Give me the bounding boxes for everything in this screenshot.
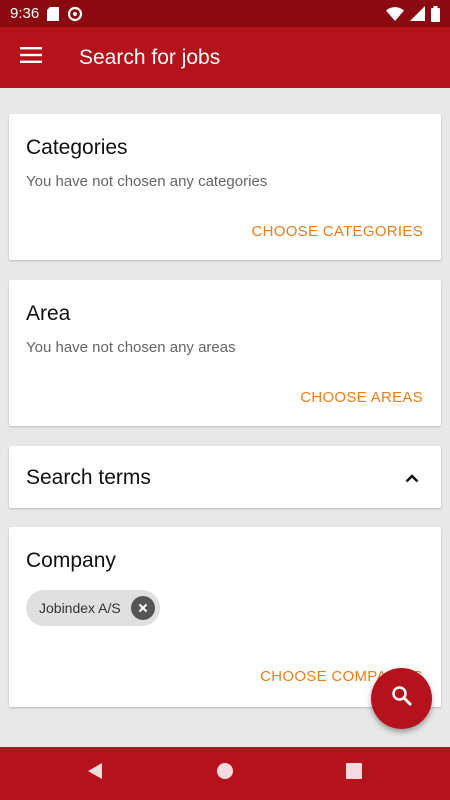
categories-card: Categories You have not chosen any categ… bbox=[9, 114, 441, 260]
search-fab[interactable] bbox=[371, 668, 432, 729]
area-subtitle: You have not chosen any areas bbox=[26, 339, 236, 356]
search-terms-card[interactable]: Search terms bbox=[9, 446, 441, 508]
choose-categories-button[interactable]: CHOOSE CATEGORIES bbox=[251, 223, 423, 240]
home-button[interactable] bbox=[195, 747, 255, 800]
wifi-icon bbox=[386, 6, 404, 21]
close-icon[interactable] bbox=[130, 596, 155, 620]
search-icon bbox=[391, 685, 413, 712]
search-form: Categories You have not chosen any categ… bbox=[0, 88, 450, 747]
choose-areas-button[interactable]: CHOOSE AREAS bbox=[300, 389, 423, 406]
sync-icon bbox=[67, 6, 83, 22]
menu-icon bbox=[20, 47, 42, 68]
back-icon bbox=[87, 762, 103, 785]
categories-subtitle: You have not chosen any categories bbox=[26, 173, 268, 190]
search-terms-title: Search terms bbox=[26, 466, 151, 489]
signal-icon bbox=[410, 6, 425, 21]
company-title: Company bbox=[26, 549, 116, 572]
company-chip[interactable]: Jobindex A/S bbox=[26, 590, 160, 626]
chip-label: Jobindex A/S bbox=[39, 600, 121, 616]
app-bar: Search for jobs bbox=[0, 27, 450, 88]
sd-card-icon bbox=[47, 6, 60, 21]
recents-button[interactable] bbox=[324, 747, 384, 800]
recents-icon bbox=[346, 763, 362, 784]
page-title: Search for jobs bbox=[79, 45, 221, 69]
status-time: 9:36 bbox=[10, 5, 40, 22]
back-button[interactable] bbox=[65, 747, 125, 800]
area-card: Area You have not chosen any areas CHOOS… bbox=[9, 280, 441, 426]
area-title: Area bbox=[26, 302, 71, 325]
home-icon bbox=[216, 762, 234, 785]
battery-icon bbox=[431, 5, 440, 22]
chevron-up-icon[interactable] bbox=[405, 470, 419, 488]
navigation-bar bbox=[0, 747, 450, 800]
status-bar: 9:36 bbox=[0, 0, 450, 27]
categories-title: Categories bbox=[26, 136, 128, 159]
menu-button[interactable] bbox=[0, 27, 62, 88]
